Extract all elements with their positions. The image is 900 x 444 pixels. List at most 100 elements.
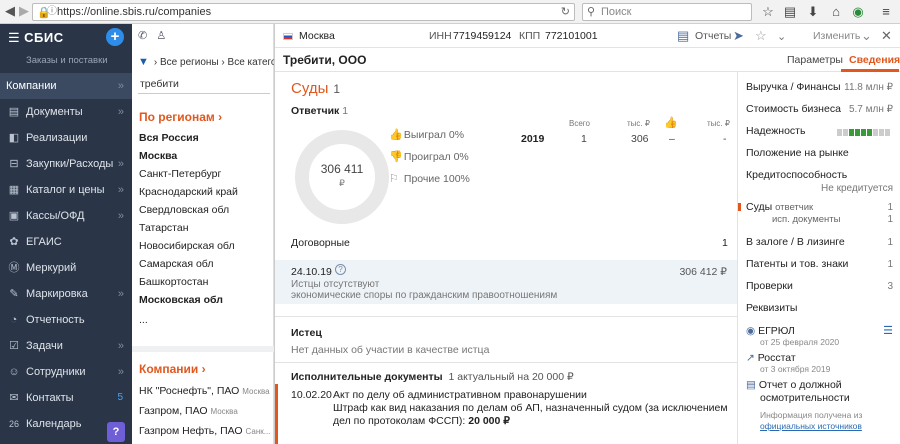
url-bar[interactable]: 🔒 ⓘ https://online.sbis.ru/companies ↻ xyxy=(32,3,575,21)
patents-link[interactable]: Патенты и тов. знаки xyxy=(746,258,848,270)
extension-icon[interactable]: ◉ xyxy=(850,4,866,20)
contract-label[interactable]: Договорные xyxy=(291,237,350,249)
sidebar-item-label: Компании xyxy=(6,80,57,92)
company-card: Москва ИНН 7719459124 КПП 772101001 ▤ От… xyxy=(274,24,900,444)
diligence-report-link[interactable]: ▤ Отчет о должной xyxy=(746,379,842,391)
sidebar-item-purchases[interactable]: ⊟ Закупки/Расходы» xyxy=(0,151,132,177)
region-item[interactable]: Башкортостан xyxy=(139,276,208,288)
expand-down-icon[interactable]: ⌄ xyxy=(777,30,786,43)
sidebar-item-companies[interactable]: Компании » xyxy=(0,73,132,99)
companies-title[interactable]: Компании › xyxy=(139,362,206,376)
home-icon[interactable]: ⌂ xyxy=(828,4,844,20)
courts-link[interactable]: Суды ответчик xyxy=(746,201,813,213)
region-item[interactable]: Новосибирская обл xyxy=(139,240,235,252)
region-more[interactable]: ... xyxy=(139,314,148,326)
market-position-link[interactable]: Положение на рынке xyxy=(746,147,849,159)
exec-doc-description[interactable]: Акт по делу об административном правонар… xyxy=(333,389,733,428)
edit-button[interactable]: Изменить xyxy=(813,30,860,42)
sidebar-item-marking[interactable]: ✎ Маркировка » xyxy=(0,281,132,307)
tab-parameters[interactable]: Параметры xyxy=(787,54,843,66)
sidebar-item-catalog[interactable]: ▦ Каталог и цены » xyxy=(0,177,132,203)
create-button[interactable]: + xyxy=(106,28,124,46)
exec-doc-amount: 20 000 ₽ xyxy=(468,415,510,427)
business-value-link[interactable]: Стоимость бизнеса xyxy=(746,103,841,115)
sidebar-item-tasks[interactable]: ☑ Задачи » xyxy=(0,333,132,359)
region-item[interactable]: Санкт-Петербург xyxy=(139,168,221,180)
region-item[interactable]: Самарская обл xyxy=(139,258,213,270)
egrul-link[interactable]: ◉ ЕГРЮЛ xyxy=(746,325,795,337)
browser-search-input[interactable]: ⚲ Поиск xyxy=(582,3,752,21)
respondent-header[interactable]: Ответчик 1 xyxy=(291,105,348,117)
sidebar-item-staff[interactable]: ☺ Сотрудники » xyxy=(0,359,132,385)
region-item[interactable]: Свердловская обл xyxy=(139,204,229,216)
send-icon[interactable]: ➤ xyxy=(733,28,744,44)
main-sidebar: ☰ СБИС + Заказы и поставки Компании » ▤ Док… xyxy=(0,24,132,444)
company-city: Москва xyxy=(210,407,238,416)
download-icon[interactable]: ⬇ xyxy=(805,4,821,20)
exec-doc-date: 10.02.20 xyxy=(291,389,332,401)
region-item[interactable]: Москва xyxy=(139,150,177,162)
case-row[interactable]: 24.10.19 ? 306 412 ₽ Истцы отсутствуют э… xyxy=(275,260,737,304)
checks-link[interactable]: Проверки xyxy=(746,280,793,292)
filter-regions[interactable]: › Все регионы xyxy=(154,57,219,68)
tab-info[interactable]: Сведения xyxy=(849,54,900,66)
close-icon[interactable]: ✕ xyxy=(881,28,892,44)
sidebar-item-sales[interactable]: ◧ Реализации xyxy=(0,125,132,151)
help-circle-icon[interactable]: ? xyxy=(335,264,346,275)
forward-icon[interactable]: ▶ xyxy=(16,3,32,19)
pledge-link[interactable]: В залоге / В лизинге xyxy=(746,236,845,248)
requisites-link[interactable]: Реквизиты xyxy=(746,302,797,314)
company-search-input[interactable]: требити xyxy=(138,76,270,94)
revenue-link[interactable]: Выручка / Финансы xyxy=(746,81,841,93)
company-list-item[interactable]: Газпром, ПАО Москва xyxy=(139,405,238,417)
courts-respondent-count: 1 xyxy=(887,202,893,213)
creditworthiness-link[interactable]: Кредитоспособность xyxy=(746,169,847,181)
bookmark-star-icon[interactable]: ☆ xyxy=(760,4,776,20)
chevron-down-icon[interactable]: ⌄ xyxy=(861,28,872,44)
sidebar-item-cashbox[interactable]: ▣ Кассы/ОФД » xyxy=(0,203,132,229)
companies-filter-panel: ✆ ♙ ▼ › Все регионы › Все категор требити… xyxy=(132,24,282,444)
favorite-star-icon[interactable]: ☆ xyxy=(755,28,767,44)
person-icon[interactable]: ♙ xyxy=(156,30,166,42)
exec-docs-header[interactable]: Исполнительные документы 1 актуальный на… xyxy=(291,371,574,383)
filter-icon[interactable]: ▼ xyxy=(138,56,149,68)
cases-title-text: Суды xyxy=(291,80,329,97)
sidebar-item-label: Меркурий xyxy=(26,262,77,274)
official-sources-link[interactable]: официальных источников xyxy=(760,421,862,431)
regions-title[interactable]: По регионам › xyxy=(139,110,222,124)
company-list-item[interactable]: НК "Роснефть", ПАО Москва xyxy=(139,385,270,397)
section-subtitle[interactable]: Заказы и поставки xyxy=(26,55,108,66)
help-button[interactable]: ? xyxy=(107,422,125,442)
reload-icon[interactable]: ↻ xyxy=(561,4,570,20)
region-item[interactable]: Московская обл xyxy=(139,294,223,306)
mercury-icon: Ⓜ xyxy=(8,262,20,274)
inn-label: ИНН xyxy=(429,30,452,42)
filter-categories[interactable]: › Все категор xyxy=(221,57,282,68)
region-item[interactable]: Вся Россия xyxy=(139,132,199,144)
business-value: 5.7 млн ₽ xyxy=(848,104,893,115)
reliability-link[interactable]: Надежность xyxy=(746,125,805,137)
grid-head-total: Всего xyxy=(569,119,590,128)
region-item[interactable]: Татарстан xyxy=(139,222,189,234)
sidebar-item-contacts[interactable]: ✉ Контакты 5 xyxy=(0,385,132,411)
sidebar-item-documents[interactable]: ▤ Документы » xyxy=(0,99,132,125)
sidebar-item-mercury[interactable]: Ⓜ Меркурий xyxy=(0,255,132,281)
reading-list-icon[interactable]: ▤ xyxy=(782,4,798,20)
rosstat-link[interactable]: ↗ Росстат xyxy=(746,352,796,364)
menu-icon[interactable]: ☰ xyxy=(8,30,20,46)
phone-icon[interactable]: ✆ xyxy=(138,30,147,42)
sidebar-item-reports[interactable]: ◔ Отчетность xyxy=(0,307,132,333)
grid-year[interactable]: 2019 xyxy=(521,133,544,145)
sidebar-item-label: Сотрудники xyxy=(26,366,86,378)
list-filter-icon[interactable]: ☰ xyxy=(883,324,893,337)
reports-link[interactable]: Отчеты xyxy=(695,30,731,42)
diligence-line-2[interactable]: осмотрительности xyxy=(760,392,850,404)
sidebar-item-egais[interactable]: ✿ ЕГАИС xyxy=(0,229,132,255)
chevron-right-icon: » xyxy=(117,340,124,352)
browser-menu-icon[interactable]: ≡ xyxy=(878,4,894,20)
company-list-item[interactable]: Газпром Нефть, ПАО Санк... xyxy=(139,425,270,437)
app-logo[interactable]: ☰ СБИС xyxy=(8,30,64,46)
reports-icon[interactable]: ▤ xyxy=(677,28,689,44)
region-item[interactable]: Краснодарский край xyxy=(139,186,238,198)
report-doc-icon: ▤ xyxy=(746,379,756,391)
